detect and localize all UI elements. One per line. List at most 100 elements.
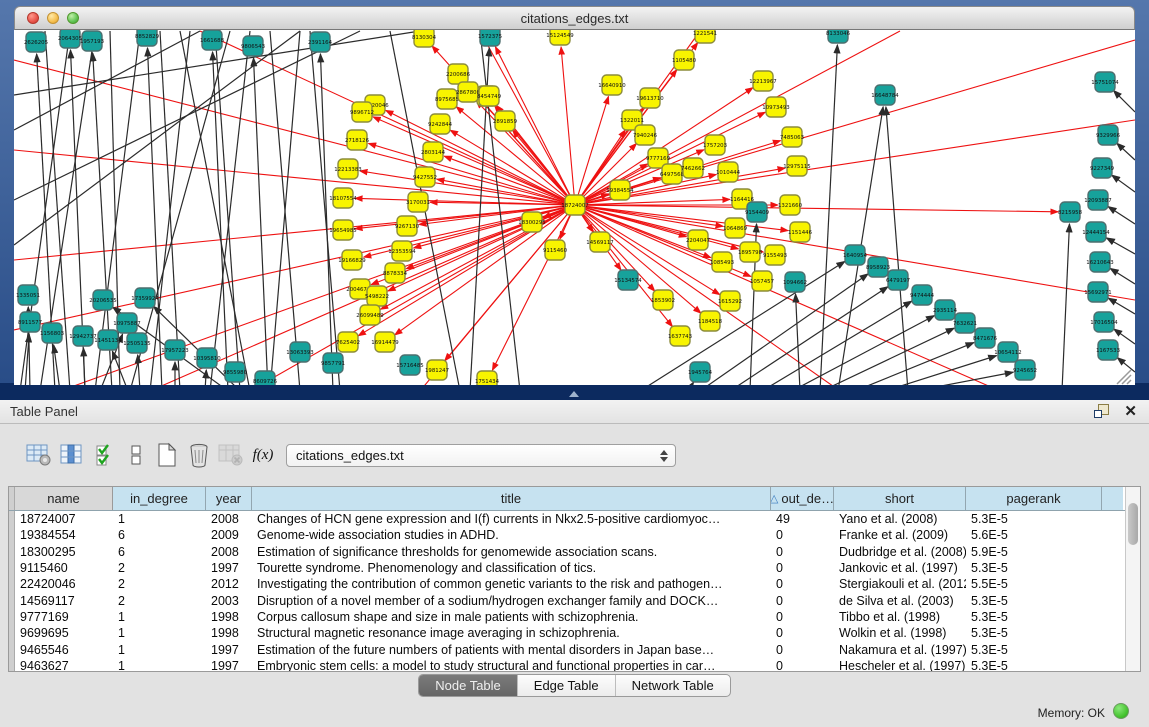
graph-node[interactable]: 19384554 (606, 180, 634, 200)
graph-node[interactable]: 15124549 (546, 30, 574, 45)
graph-node[interactable]: 1094662 (783, 272, 807, 292)
graph-node[interactable]: 1945764 (688, 362, 713, 382)
graph-node[interactable]: 12213383 (334, 159, 361, 179)
graph-edge[interactable] (640, 261, 845, 385)
graph-node[interactable]: 1335051 (16, 285, 40, 305)
table-cell[interactable]: 18300295 (15, 545, 113, 559)
float-panel-icon[interactable] (1094, 404, 1109, 419)
graph-node[interactable]: 2867808 (456, 82, 481, 102)
graph-node[interactable]: 9427552 (413, 167, 437, 187)
graph-node[interactable]: 2626205 (24, 32, 48, 52)
table-cell[interactable]: 9699695 (15, 626, 113, 640)
graph-node[interactable]: 2803144 (421, 142, 446, 162)
graph-node[interactable]: 15716485 (396, 355, 423, 375)
graph-node[interactable]: 19166829 (338, 250, 366, 270)
graph-edge[interactable] (1117, 358, 1135, 372)
graph-edge[interactable] (1113, 90, 1135, 112)
graph-node[interactable]: 16210643 (1086, 252, 1113, 272)
table-cell[interactable]: Yano et al. (2008) (834, 512, 966, 526)
graph-edge[interactable] (1108, 207, 1135, 224)
table-cell[interactable]: Nakamura et al. (1997) (834, 643, 966, 657)
table-cell[interactable]: Stergiakouli et al. (2012) (834, 577, 966, 591)
table-cell[interactable]: 1998 (206, 626, 252, 640)
table-cell[interactable]: 9463627 (15, 659, 113, 672)
graph-node[interactable]: 2891859 (493, 111, 518, 131)
column-header-in_degree[interactable]: in_degree (113, 487, 206, 510)
zoom-window-button[interactable] (67, 12, 79, 24)
graph-node[interactable]: 26099489 (356, 305, 384, 325)
graph-node[interactable]: 1640954 (843, 245, 868, 265)
graph-node[interactable]: 8471676 (973, 328, 998, 348)
graph-node[interactable]: 1637743 (668, 326, 692, 346)
graph-node[interactable]: 15692971 (1084, 282, 1111, 302)
column-header-pagerank[interactable]: pagerank (966, 487, 1102, 510)
table-cell[interactable]: 9777169 (15, 610, 113, 624)
graph-edge[interactable] (1108, 298, 1135, 314)
close-window-button[interactable] (27, 12, 39, 24)
graph-node[interactable]: 9242844 (428, 114, 453, 134)
memory-status-indicator[interactable] (1113, 703, 1129, 719)
graph-node[interactable]: 11451134 (94, 330, 122, 350)
table-cell[interactable]: 1 (113, 659, 206, 672)
create-column-icon[interactable] (152, 440, 182, 470)
graph-node[interactable]: 3170031 (406, 192, 430, 212)
table-cell[interactable]: 5.5E-5 (966, 577, 1102, 591)
table-cell[interactable]: 1 (113, 643, 206, 657)
graph-node[interactable]: 1151446 (788, 222, 813, 242)
graph-node[interactable]: 9155493 (763, 245, 787, 265)
graph-node[interactable]: 1757203 (703, 135, 727, 155)
table-vertical-scrollbar[interactable] (1125, 487, 1140, 671)
table-cell[interactable]: Franke et al. (2009) (834, 528, 966, 542)
table-cell[interactable]: 2012 (206, 577, 252, 591)
graph-node[interactable]: 7940246 (633, 125, 658, 145)
table-cell[interactable]: de Silva et al. (2003) (834, 594, 966, 608)
table-cell[interactable]: 6 (113, 528, 206, 542)
table-cell[interactable]: Structural magnetic resonance image aver… (252, 626, 771, 640)
graph-node[interactable]: 1751434 (475, 371, 500, 385)
graph-node[interactable]: 9267130 (395, 216, 420, 236)
table-cell[interactable]: Estimation of significance thresholds fo… (252, 545, 771, 559)
table-cell[interactable]: 5.3E-5 (966, 643, 1102, 657)
table-cell[interactable]: Hescheler et al. (1997) (834, 659, 966, 672)
graph-node[interactable]: 9896712 (350, 102, 374, 122)
close-panel-icon[interactable]: ✕ (1124, 402, 1137, 420)
table-cell[interactable]: 22420046 (15, 577, 113, 591)
column-header-name[interactable]: name (15, 487, 113, 510)
table-cell[interactable]: 1 (113, 512, 206, 526)
graph-node[interactable]: 8454749 (477, 86, 502, 106)
graph-node[interactable]: 12444154 (1082, 222, 1110, 242)
graph-node[interactable]: 10395810 (193, 348, 221, 368)
graph-edge[interactable] (820, 45, 837, 385)
graph-edge[interactable] (585, 205, 1058, 212)
tab-node-table[interactable]: Node Table (419, 675, 518, 696)
table-cell[interactable]: 1 (113, 610, 206, 624)
graph-node[interactable]: 9474444 (910, 285, 935, 305)
table-cell[interactable]: 2 (113, 561, 206, 575)
table-cell[interactable]: 0 (771, 545, 834, 559)
function-builder-icon[interactable]: f(x) (248, 440, 278, 470)
graph-node[interactable]: 1957193 (80, 31, 104, 51)
graph-node[interactable]: 19613710 (636, 88, 664, 108)
table-row[interactable]: 946554611997Estimation of the future num… (9, 641, 1140, 657)
table-cell[interactable]: Genome-wide association studies in ADHD. (252, 528, 771, 542)
graph-node[interactable]: 9154409 (745, 202, 770, 222)
graph-edge[interactable] (83, 348, 85, 385)
graph-node[interactable]: 7462662 (681, 158, 705, 178)
graph-node[interactable]: 6479197 (886, 270, 910, 290)
graph-node[interactable]: 9329966 (1096, 125, 1121, 145)
delete-column-icon[interactable] (184, 440, 214, 470)
graph-node[interactable]: 15134574 (614, 270, 642, 290)
unselect-all-columns-icon[interactable] (122, 440, 152, 470)
table-cell[interactable]: 9465546 (15, 643, 113, 657)
table-cell[interactable]: Embryonic stem cells: a model to study s… (252, 659, 771, 672)
network-window-titlebar[interactable]: citations_edges.txt (14, 6, 1135, 30)
graph-node[interactable]: 1661688 (200, 30, 225, 50)
graph-node[interactable]: 17359924 (131, 288, 159, 308)
table-cell[interactable]: 2003 (206, 594, 252, 608)
table-cell[interactable]: Changes of HCN gene expression and I(f) … (252, 512, 771, 526)
graph-edge[interactable] (792, 316, 934, 385)
graph-node[interactable]: 7625402 (336, 332, 360, 352)
table-cell[interactable]: 5.3E-5 (966, 594, 1102, 608)
graph-node[interactable]: 8878334 (383, 263, 408, 283)
graph-node[interactable]: 1057457 (750, 271, 774, 291)
